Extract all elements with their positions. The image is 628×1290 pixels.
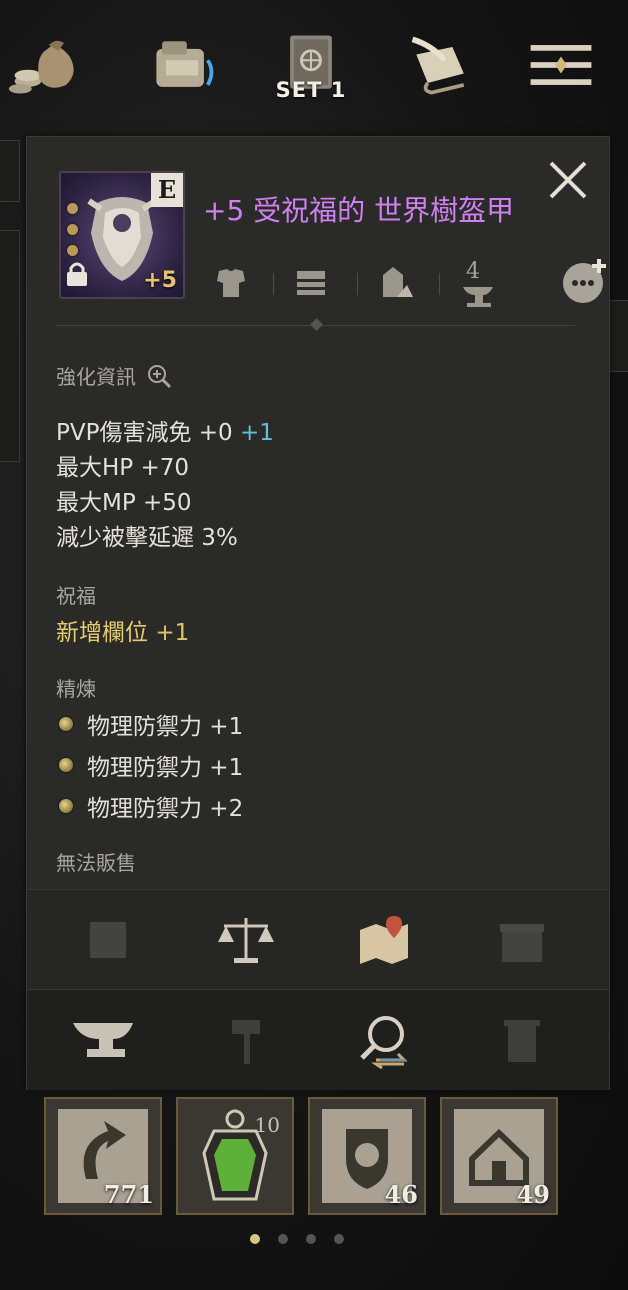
page-dot[interactable] [250,1234,260,1244]
menu-icon[interactable] [516,25,606,105]
close-icon [549,161,587,199]
item-options-row [27,889,609,990]
hammer-icon[interactable] [211,1008,281,1072]
refine-stat: 物理防禦力 +1 [59,748,243,782]
stat-line: 減少被擊延遲 3% [56,525,238,551]
quick-slot[interactable]: 10 [176,1097,294,1215]
storage-chest-icon[interactable] [287,259,335,307]
scales-icon[interactable] [211,908,281,972]
left-edge-panel [0,230,20,462]
page-dot[interactable] [278,1234,288,1244]
page-dot[interactable] [306,1234,316,1244]
equip-armor-icon[interactable] [207,259,255,307]
stat-line: PVP傷害減免 +0 +1 [56,420,274,446]
stat-line: 最大HP +70 [56,455,190,481]
item-count: 10 [254,1113,280,1137]
item-thumbnail: E +5 [59,171,185,299]
magnifier-exchange-icon[interactable] [349,1008,419,1072]
map-pin-icon[interactable] [349,908,419,972]
transfer-item-icon[interactable] [371,259,419,307]
scroll-quill-icon[interactable] [396,25,486,105]
chat-link-icon[interactable] [557,253,613,309]
close-button[interactable] [543,155,593,205]
anvil-icon[interactable] [71,1008,141,1072]
quick-slot[interactable]: 49 [440,1097,558,1215]
item-crafting-row [27,989,609,1090]
money-bag-icon[interactable] [0,25,90,105]
left-edge-arrow [0,140,20,202]
trash-icon[interactable] [487,1008,557,1072]
dye-cloth-icon[interactable] [73,908,143,972]
quick-slot[interactable]: 771 [44,1097,162,1215]
equipment-set-label: SET 1 [275,78,347,102]
socket-dots [67,203,78,266]
magnify-plus-icon[interactable] [146,363,172,389]
enhance-level: +5 [143,268,177,293]
refine-gem-icon [59,799,73,813]
gift-box-icon[interactable] [487,908,557,972]
cannot-sell-notice: 無法販售 [56,851,136,875]
blessing-stat: 新增欄位 +1 [56,620,190,646]
lock-icon [65,261,89,291]
item-count: 49 [516,1180,550,1209]
item-title: +5 受祝福的 世界樹盔甲 [203,194,515,227]
quick-bar-pagination [250,1234,344,1244]
top-bar: SET 1 [0,0,628,120]
refine-gem-icon [59,717,73,731]
refine-gem-icon [59,758,73,772]
refine-stat: 物理防禦力 +2 [59,789,243,823]
refine-label: 精煉 [56,677,96,701]
grade-badge: E [151,173,183,207]
item-count: 771 [103,1180,154,1209]
stat-line: 最大MP +50 [56,490,192,516]
blessing-label: 祝福 [56,584,96,608]
item-action-row [207,259,607,311]
item-count: 46 [384,1180,418,1209]
quick-slot[interactable]: 46 [308,1097,426,1215]
enchant-level-number: 4 [466,259,480,284]
refine-stat: 物理防禦力 +1 [59,707,243,741]
backpack-icon[interactable] [138,25,228,105]
enhance-info-label: 強化資訊 [56,361,172,390]
item-tooltip-panel: E +5 +5 受祝福的 世界樹盔甲 4 強化資訊 PVP傷害減免 +0 +1 … [26,136,610,1090]
quick-slot-bar: 771 10 46 49 [44,1097,564,1217]
page-dot[interactable] [334,1234,344,1244]
